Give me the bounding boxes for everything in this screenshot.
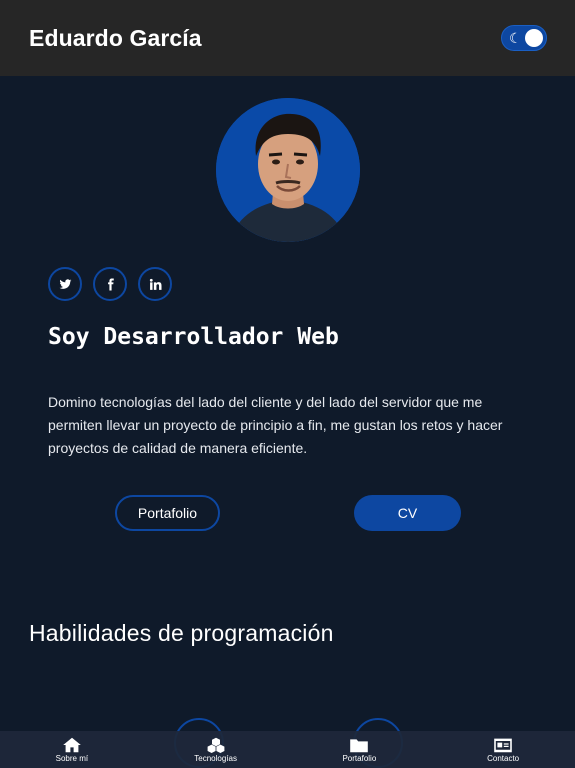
cv-button[interactable]: CV	[354, 495, 461, 531]
facebook-link[interactable]	[93, 267, 127, 301]
social-links	[48, 267, 172, 301]
contact-card-icon	[494, 738, 512, 752]
facebook-icon	[107, 278, 114, 290]
app-header: Eduardo García ☾	[0, 0, 575, 76]
linkedin-link[interactable]	[138, 267, 172, 301]
bottom-navigation: Sobre mí Tecnologías Portafolio Contacto	[0, 731, 575, 768]
nav-item-label: Sobre mí	[55, 753, 89, 763]
nav-item-portafolio[interactable]: Portafolio	[309, 737, 409, 763]
headline: Soy Desarrollador Web	[48, 324, 339, 350]
profile-avatar	[216, 98, 360, 242]
theme-toggle[interactable]: ☾	[501, 25, 547, 51]
cubes-icon	[207, 737, 225, 753]
home-icon	[63, 737, 81, 752]
nav-item-sobre-mi[interactable]: Sobre mí	[22, 737, 122, 763]
twitter-link[interactable]	[48, 267, 82, 301]
nav-item-tecnologias[interactable]: Tecnologías	[166, 737, 266, 763]
nav-item-label: Portafolio	[342, 753, 377, 763]
portfolio-button[interactable]: Portafolio	[115, 495, 220, 531]
moon-icon: ☾	[509, 30, 522, 46]
linkedin-icon	[149, 278, 162, 290]
nav-item-label: Contacto	[487, 753, 520, 763]
bio-text: Domino tecnologías del lado del cliente …	[48, 394, 503, 456]
twitter-icon	[59, 278, 71, 289]
folder-icon	[350, 738, 369, 752]
profile-photo	[216, 98, 360, 242]
toggle-knob	[525, 29, 543, 47]
site-title[interactable]: Eduardo García	[29, 25, 202, 52]
nav-item-label: Tecnologías	[194, 753, 237, 763]
skills-section-title: Habilidades de programación	[29, 620, 334, 646]
nav-item-contacto[interactable]: Contacto	[453, 737, 553, 763]
